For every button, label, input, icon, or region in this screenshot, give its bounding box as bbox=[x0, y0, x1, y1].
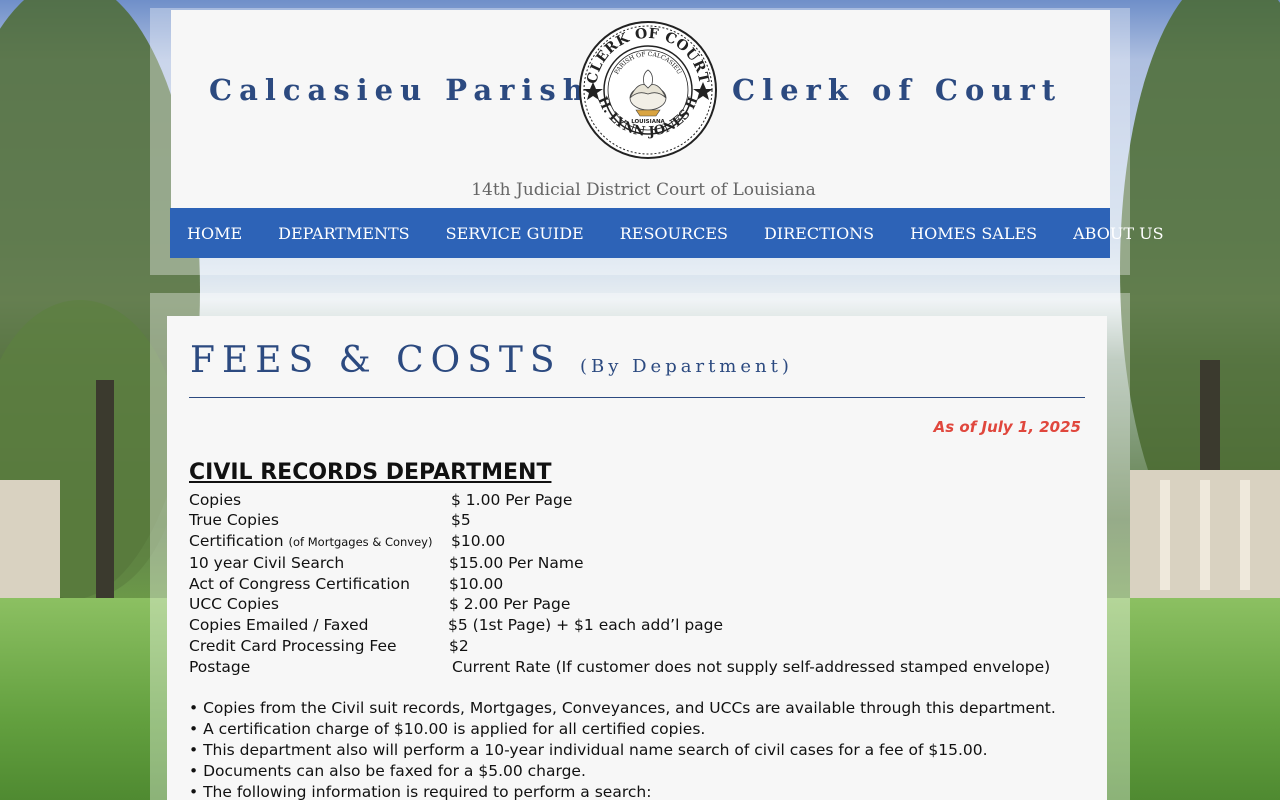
nav-item-service-guide[interactable]: SERVICE GUIDE bbox=[446, 224, 584, 243]
fee-value: $10.00 bbox=[449, 575, 504, 593]
nav-item-directions[interactable]: DIRECTIONS bbox=[764, 224, 874, 243]
fee-value: $10.00 bbox=[451, 532, 506, 550]
section-title-civil-records: CIVIL RECORDS DEPARTMENT bbox=[189, 460, 552, 485]
info-bullet: • A certification charge of $10.00 is ap… bbox=[189, 720, 706, 738]
title-divider bbox=[189, 397, 1085, 398]
fee-label: Act of Congress Certification bbox=[189, 575, 410, 593]
main-nav: HOME DEPARTMENTS SERVICE GUIDE RESOURCES… bbox=[170, 208, 1164, 258]
fee-label: Copies Emailed / Faxed bbox=[189, 616, 369, 634]
fee-value: $ 2.00 Per Page bbox=[449, 595, 571, 613]
fee-value: $5 bbox=[451, 511, 471, 529]
fee-label: True Copies bbox=[189, 511, 279, 529]
background-building bbox=[0, 480, 60, 600]
fee-label: 10 year Civil Search bbox=[189, 554, 345, 572]
fee-label: Credit Card Processing Fee bbox=[189, 637, 397, 655]
info-bullet: • This department also will perform a 10… bbox=[189, 741, 988, 759]
fee-label: Copies bbox=[189, 491, 242, 509]
seal-inner-bottom-text: LOUISIANA bbox=[631, 119, 665, 125]
page-title-subtitle: (By Department) bbox=[579, 356, 793, 377]
background-column bbox=[1240, 480, 1250, 590]
info-bullet: • The following information is required … bbox=[189, 783, 652, 800]
nav-item-departments[interactable]: DEPARTMENTS bbox=[278, 224, 410, 243]
page-title-main: FEES & COSTS bbox=[190, 340, 562, 381]
background-trunk bbox=[96, 380, 114, 600]
fee-label: Postage bbox=[189, 658, 251, 676]
as-of-date: As of July 1, 2025 bbox=[933, 418, 1081, 436]
fee-value: $15.00 Per Name bbox=[449, 554, 584, 572]
fee-value: $ 1.00 Per Page bbox=[451, 491, 573, 509]
background-column bbox=[1200, 480, 1210, 590]
nav-item-resources[interactable]: RESOURCES bbox=[620, 224, 728, 243]
nav-item-home[interactable]: HOME bbox=[187, 224, 242, 243]
nav-item-about-us[interactable]: ABOUT US bbox=[1073, 224, 1163, 243]
info-bullet: • Documents can also be faxed for a $5.0… bbox=[189, 762, 586, 780]
fee-label: Certification (of Mortgages & Convey) bbox=[189, 532, 433, 550]
page-title: FEES & COSTS (By Department) bbox=[190, 340, 793, 381]
fee-value: $2 bbox=[449, 637, 469, 655]
fee-note: (of Mortgages & Convey) bbox=[288, 535, 433, 549]
fee-label: UCC Copies bbox=[189, 595, 279, 613]
fee-value: $5 (1st Page) + $1 each add’l page bbox=[448, 616, 724, 634]
nav-item-homes-sales[interactable]: HOMES SALES bbox=[910, 224, 1037, 243]
background-column bbox=[1160, 480, 1170, 590]
info-bullet: • Copies from the Civil suit records, Mo… bbox=[189, 699, 1056, 717]
clerk-seal-logo: CLERK OF COURT H. LYNN JONES II PARISH O… bbox=[579, 21, 717, 159]
site-title-left: Calcasieu Parish bbox=[209, 73, 591, 107]
fee-value: Current Rate (If customer does not suppl… bbox=[452, 658, 1051, 676]
site-subtitle: 14th Judicial District Court of Louisian… bbox=[471, 180, 816, 200]
site-title-right: Clerk of Court bbox=[732, 73, 1063, 107]
